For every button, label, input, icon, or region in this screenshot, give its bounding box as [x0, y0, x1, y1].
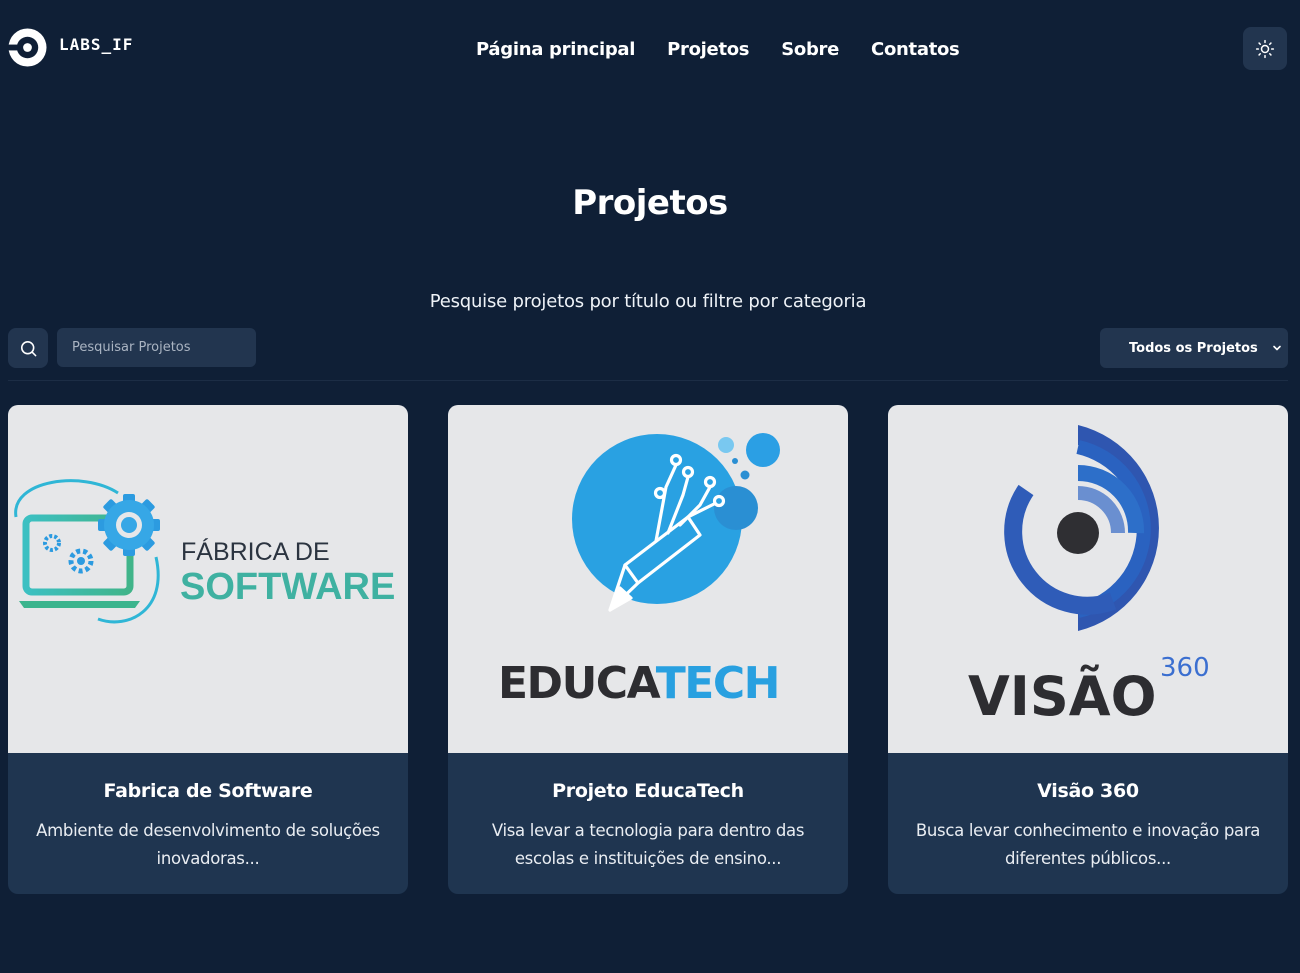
project-image-visao360: VISÃO 360 — [888, 405, 1288, 753]
nav-link-home[interactable]: Página principal — [476, 39, 635, 60]
nav-link-projects[interactable]: Projetos — [667, 39, 749, 60]
main-nav: Página principal Projetos Sobre Contatos — [476, 39, 991, 60]
site-header: LABS_IF Página principal Projetos Sobre … — [0, 0, 1300, 100]
educatech-logo: EDUCATECH — [498, 433, 780, 709]
divider — [8, 380, 1288, 381]
theme-toggle-button[interactable] — [1243, 27, 1287, 70]
project-title: Visão 360 — [1037, 780, 1139, 802]
project-image-educatech: EDUCATECH — [448, 405, 848, 753]
chevron-down-icon — [1273, 345, 1281, 351]
search-input[interactable] — [57, 328, 256, 367]
fabrica-logo: FÁBRICA DE SOFTWARE — [14, 479, 395, 624]
search-button[interactable] — [8, 328, 48, 368]
project-card-fabrica[interactable]: FÁBRICA DE SOFTWARE Fabrica de Software … — [8, 405, 408, 894]
nav-link-about[interactable]: Sobre — [781, 39, 839, 60]
svg-text:VISÃO: VISÃO — [968, 665, 1156, 728]
project-description: Busca levar conhecimento e inovação para… — [915, 821, 1261, 868]
svg-text:FÁBRICA DE: FÁBRICA DE — [181, 537, 330, 566]
nav-link-contacts[interactable]: Contatos — [871, 39, 960, 60]
svg-text:EDUCATECH: EDUCATECH — [498, 658, 779, 709]
gear-icon-large — [98, 494, 160, 556]
svg-text:SOFTWARE: SOFTWARE — [180, 566, 395, 608]
category-filter-select[interactable]: Todos os Projetos — [1100, 328, 1288, 368]
project-title: Projeto EducaTech — [552, 780, 744, 802]
project-description: Visa levar a tecnologia para dentro das … — [491, 821, 805, 868]
category-filter-value: Todos os Projetos — [1129, 340, 1258, 356]
project-card-visao360[interactable]: VISÃO 360 Visão 360 Busca levar conhecim… — [888, 405, 1288, 894]
project-title: Fabrica de Software — [103, 780, 313, 802]
project-image-fabrica: FÁBRICA DE SOFTWARE — [8, 405, 408, 753]
search-icon — [20, 340, 36, 356]
page-title: Projetos — [572, 183, 728, 223]
eye-rings-icon — [1004, 425, 1159, 631]
project-card-educatech[interactable]: EDUCATECH Projeto EducaTech Visa levar a… — [448, 405, 848, 894]
visao360-logo: VISÃO 360 — [968, 425, 1210, 728]
brand-name: LABS_IF — [59, 35, 134, 54]
labs-logo-icon — [8, 28, 47, 67]
gear-icon-small — [43, 534, 94, 574]
page-subtitle: Pesquise projetos por título ou filtre p… — [429, 291, 867, 312]
brand-logo[interactable]: LABS_IF — [8, 28, 133, 67]
sun-icon — [1255, 39, 1275, 58]
svg-text:360: 360 — [1160, 653, 1210, 683]
project-description: Ambiente de desenvolvimento de soluções … — [36, 821, 380, 868]
